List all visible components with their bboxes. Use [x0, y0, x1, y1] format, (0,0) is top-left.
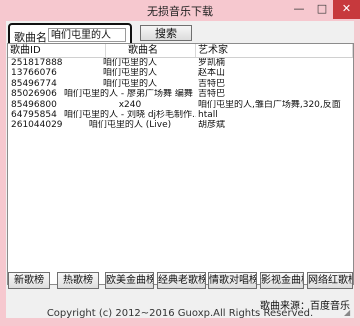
- table-row[interactable]: 64795854 咱们屯里的人 - 刘晓 dj杉毛制作... htall: [8, 110, 353, 120]
- column-header-name[interactable]: 歌曲名: [106, 44, 196, 57]
- song-list[interactable]: 歌曲ID 歌曲名 艺术家 251817888 咱们屯里的人 罗凯楠 13766076 咱…: [7, 43, 354, 285]
- table-row[interactable]: 261044029 咱们屯里的人 (Live) 胡彦斌: [8, 120, 353, 130]
- artist-cell: 胡彦斌: [198, 120, 226, 131]
- artist-cell: 吉特巴: [198, 78, 226, 89]
- song-name-cell: 咱们屯里的人: [102, 78, 157, 89]
- new-songs-button[interactable]: 新歌榜: [8, 272, 50, 289]
- close-button[interactable]: ✕: [333, 0, 360, 19]
- copyright: Copyright (c) 2012~2016 Guoxp.All Rights…: [46, 308, 314, 319]
- minimize-button[interactable]: —: [287, 0, 311, 19]
- song-name-cell: 咱们屯里的人 (Live): [88, 120, 172, 131]
- song-name-cell: x240: [118, 99, 142, 110]
- column-header-id[interactable]: 歌曲ID: [8, 44, 106, 57]
- song-name-cell: 咱们屯里的人: [102, 68, 157, 79]
- chart-buttons: 新歌榜 热歌榜 欧美金曲榜 经典老歌榜 情歌对唱榜 影视金曲榜 网络红歌榜: [8, 272, 353, 290]
- table-row[interactable]: 251817888 咱们屯里的人 罗凯楠: [8, 58, 353, 68]
- hot-songs-button[interactable]: 热歌榜: [57, 272, 99, 289]
- artist-cell: htall: [198, 109, 218, 120]
- table-row[interactable]: 85496774 咱们屯里的人 吉特巴: [8, 79, 353, 89]
- western-hits-button[interactable]: 欧美金曲榜: [105, 272, 154, 289]
- artist-cell: 赵本山: [198, 68, 226, 79]
- table-row[interactable]: 13766076 咱们屯里的人 赵本山: [8, 68, 353, 78]
- search-input[interactable]: 咱们屯里的人: [48, 28, 126, 42]
- artist-cell: 咱们屯里的人,雏白广场舞,320,反面: [198, 99, 341, 110]
- column-header-artist[interactable]: 艺术家: [196, 44, 353, 57]
- search-button[interactable]: 搜索: [140, 25, 192, 41]
- artist-cell: 吉特巴: [198, 89, 226, 100]
- film-hits-button[interactable]: 影视金曲榜: [260, 272, 304, 289]
- song-name-cell: 咱们屯里的人: [102, 58, 157, 68]
- list-header: 歌曲ID 歌曲名 艺术家: [8, 44, 353, 58]
- column-header-name-label: 歌曲名: [128, 45, 158, 56]
- internet-hits-button[interactable]: 网络红歌榜: [307, 272, 353, 289]
- maximize-button[interactable]: □: [311, 0, 333, 19]
- table-row[interactable]: 85026906 咱们屯里的人 - 廖弟广场舞 编舞 ... 吉特巴: [8, 89, 353, 99]
- song-name-cell: 咱们屯里的人 - 廖弟广场舞 编舞 ...: [64, 89, 196, 100]
- artist-cell: 罗凯楠: [198, 58, 226, 68]
- list-rows: 251817888 咱们屯里的人 罗凯楠 13766076 咱们屯里的人 赵本山 85496…: [8, 58, 353, 131]
- classic-songs-button[interactable]: 经典老歌榜: [157, 272, 206, 289]
- resize-grip-icon[interactable]: ◢: [344, 308, 353, 317]
- love-duets-button[interactable]: 情歌对唱榜: [208, 272, 257, 289]
- title-bar[interactable]: 无损音乐下载 — □ ✕: [0, 0, 360, 20]
- main-panel: 歌曲名： 咱们屯里的人 搜索 歌曲ID 歌曲名 艺术家 251817888 咱们屯…: [6, 21, 354, 319]
- table-row[interactable]: 85496800 x240 咱们屯里的人,雏白广场舞,320,反面: [8, 100, 353, 110]
- song-name-cell: 咱们屯里的人 - 刘晓 dj杉毛制作...: [64, 109, 196, 120]
